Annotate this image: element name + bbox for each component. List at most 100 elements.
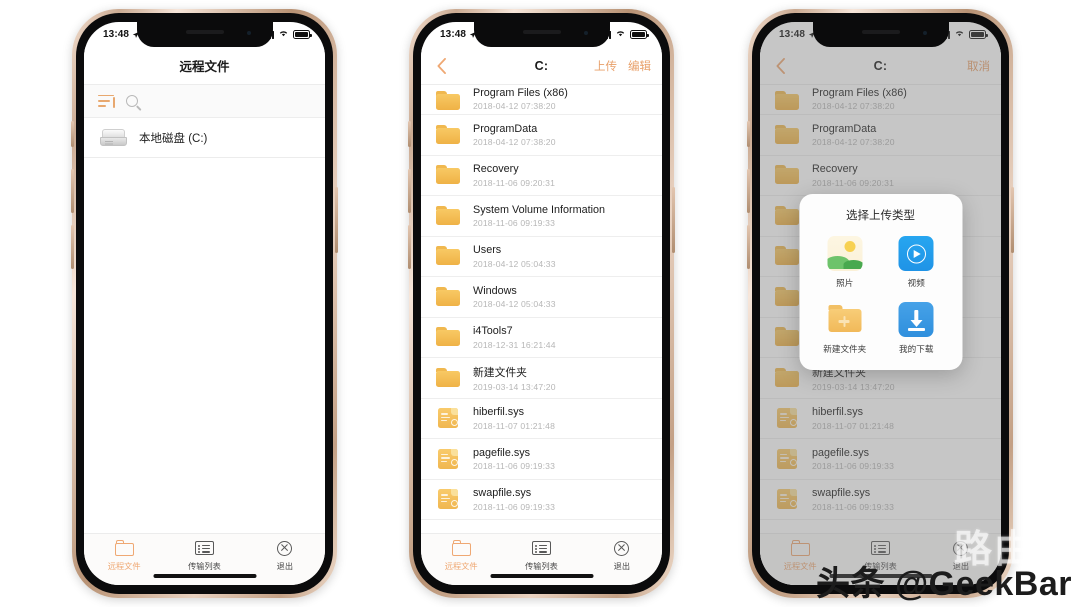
file-date: 2018-04-12 07:38:20 bbox=[473, 137, 556, 147]
folder-icon bbox=[436, 91, 461, 111]
file-row[interactable]: Recovery 2018-11-06 09:20:31 bbox=[421, 155, 662, 196]
power-button[interactable] bbox=[335, 187, 338, 253]
file-meta: Windows 2018-04-12 05:04:33 bbox=[473, 285, 556, 310]
file-meta: swapfile.sys 2018-11-06 09:19:33 bbox=[473, 487, 555, 512]
option-label: 照片 bbox=[836, 278, 854, 288]
file-name: ProgramData bbox=[473, 122, 538, 135]
file-date: 2018-04-12 05:04:33 bbox=[473, 258, 556, 269]
notch bbox=[136, 22, 273, 47]
upload-option-my-downloads[interactable]: 我的下载 bbox=[881, 302, 953, 355]
volume-down-button[interactable] bbox=[71, 225, 74, 269]
tab-transfer-list[interactable]: 传输列表 bbox=[501, 540, 581, 572]
download-icon bbox=[898, 302, 934, 337]
folder-icon bbox=[436, 205, 461, 226]
file-date: 2018-04-12 07:38:20 bbox=[473, 101, 556, 111]
mute-switch[interactable] bbox=[747, 121, 750, 147]
status-bar-left: 13:48 bbox=[103, 29, 140, 40]
mute-switch[interactable] bbox=[71, 121, 74, 147]
upload-option-new-folder[interactable]: 新建文件夹 bbox=[809, 302, 881, 355]
file-row[interactable]: 新建文件夹 2019-03-14 13:47:20 bbox=[421, 358, 662, 399]
tab-exit[interactable]: 退出 bbox=[245, 540, 325, 572]
file-row[interactable]: i4Tools7 2018-12-31 16:21:44 bbox=[421, 317, 662, 358]
file-date: 2018-11-06 09:19:33 bbox=[473, 218, 556, 228]
phone-3-bezel: 13:48 C: 取消 Program Files (x86) 2018-04-… bbox=[752, 13, 1009, 594]
file-row[interactable]: hiberfil.sys 2018-11-07 01:21:48 bbox=[421, 398, 662, 439]
page-title: 远程文件 bbox=[179, 60, 230, 74]
tab-label: 远程文件 bbox=[444, 562, 478, 571]
file-row[interactable]: Users 2018-04-12 05:04:33 bbox=[421, 236, 662, 277]
folder-icon bbox=[436, 327, 461, 347]
new-folder-icon bbox=[827, 302, 862, 337]
folder-icon bbox=[436, 367, 461, 388]
exit-icon bbox=[275, 540, 294, 556]
earpiece-speaker bbox=[185, 30, 224, 34]
search-toolbar bbox=[84, 85, 325, 118]
upload-option-grid: 照片 视频 新建文件夹 我的下载 bbox=[809, 236, 952, 355]
file-name: hiberfil.sys bbox=[473, 406, 525, 418]
phone-2-bezel: 13:48 C: 上传 编辑 Program Files (x86) 2018-… bbox=[413, 13, 670, 594]
tab-label: 退出 bbox=[276, 562, 294, 571]
upload-option-photos[interactable]: 照片 bbox=[809, 236, 881, 289]
drive-list-item[interactable]: 本地磁盘 (C:) bbox=[84, 118, 325, 158]
search-icon[interactable] bbox=[126, 95, 138, 107]
file-name: System Volume Information bbox=[473, 203, 606, 216]
volume-up-button[interactable] bbox=[747, 169, 750, 213]
remote-files-icon bbox=[114, 540, 134, 556]
home-indicator[interactable] bbox=[153, 573, 256, 578]
tab-label: 传输列表 bbox=[188, 562, 221, 571]
option-label: 新建文件夹 bbox=[823, 344, 867, 354]
nav-bar: 远程文件 bbox=[84, 47, 325, 85]
file-row[interactable]: Windows 2018-04-12 05:04:33 bbox=[421, 277, 662, 318]
tab-remote-files[interactable]: 远程文件 bbox=[421, 540, 501, 572]
phone-2-screen: 13:48 C: 上传 编辑 Program Files (x86) 2018-… bbox=[421, 22, 662, 585]
upload-type-dialog: 选择上传类型 照片 视频 新建文件夹 我的下载 bbox=[799, 194, 962, 370]
file-name: i4Tools7 bbox=[473, 325, 513, 337]
drive-label: 本地磁盘 (C:) bbox=[139, 132, 208, 145]
remote-files-icon bbox=[451, 540, 471, 556]
file-row[interactable]: System Volume Information 2018-11-06 09:1… bbox=[421, 196, 662, 237]
file-row[interactable]: swapfile.sys 2018-11-06 09:19:33 bbox=[421, 479, 662, 520]
power-button[interactable] bbox=[672, 187, 675, 253]
file-date: 2018-04-12 05:04:33 bbox=[473, 299, 556, 309]
volume-up-button[interactable] bbox=[408, 169, 411, 213]
power-button[interactable] bbox=[1011, 187, 1014, 253]
earpiece-speaker bbox=[522, 30, 561, 34]
sort-icon[interactable] bbox=[98, 94, 115, 108]
folder-icon bbox=[436, 286, 461, 307]
exit-icon bbox=[612, 540, 631, 556]
tab-exit[interactable]: 退出 bbox=[582, 540, 662, 572]
dialog-title: 选择上传类型 bbox=[846, 210, 915, 222]
file-meta: pagefile.sys 2018-11-06 09:19:33 bbox=[473, 447, 555, 472]
battery-icon bbox=[293, 30, 312, 39]
option-label: 我的下载 bbox=[899, 344, 934, 354]
upload-option-video[interactable]: 视频 bbox=[881, 236, 953, 289]
status-time: 13:48 bbox=[440, 29, 467, 40]
folder-icon bbox=[436, 165, 461, 185]
home-indicator[interactable] bbox=[490, 573, 593, 578]
file-row[interactable]: pagefile.sys 2018-11-06 09:19:33 bbox=[421, 439, 662, 480]
upload-button[interactable]: 上传 bbox=[594, 58, 617, 74]
front-camera bbox=[583, 31, 588, 35]
volume-down-button[interactable] bbox=[747, 225, 750, 269]
back-button[interactable] bbox=[432, 57, 450, 75]
notch bbox=[473, 22, 610, 47]
folder-icon bbox=[436, 124, 461, 145]
file-name: swapfile.sys bbox=[473, 487, 532, 499]
file-meta: Program Files (x86) 2018-04-12 07:38:20 bbox=[473, 87, 568, 112]
tab-remote-files[interactable]: 远程文件 bbox=[84, 540, 164, 572]
file-meta: System Volume Information 2018-11-06 09:1… bbox=[473, 204, 605, 229]
tab-transfer-list[interactable]: 传输列表 bbox=[164, 540, 244, 572]
phone-1-bezel: 13:48 远程文件 本地磁盘 (C:) 远程文件 传输列表 退出 bbox=[76, 13, 333, 594]
file-row[interactable]: Program Files (x86) 2018-04-12 07:38:20 bbox=[421, 85, 662, 115]
mute-switch[interactable] bbox=[408, 121, 411, 147]
volume-up-button[interactable] bbox=[71, 169, 74, 213]
earpiece-speaker bbox=[861, 30, 900, 34]
file-row[interactable]: ProgramData 2018-04-12 07:38:20 bbox=[421, 115, 662, 156]
volume-down-button[interactable] bbox=[408, 225, 411, 269]
edit-button[interactable]: 编辑 bbox=[628, 58, 651, 74]
hard-drive-icon bbox=[100, 128, 127, 147]
file-icon bbox=[436, 408, 461, 429]
file-list[interactable]: Program Files (x86) 2018-04-12 07:38:20 Pr… bbox=[421, 85, 662, 520]
file-meta: 新建文件夹 2019-03-14 13:47:20 bbox=[473, 364, 556, 393]
tab-label: 远程文件 bbox=[107, 562, 141, 571]
